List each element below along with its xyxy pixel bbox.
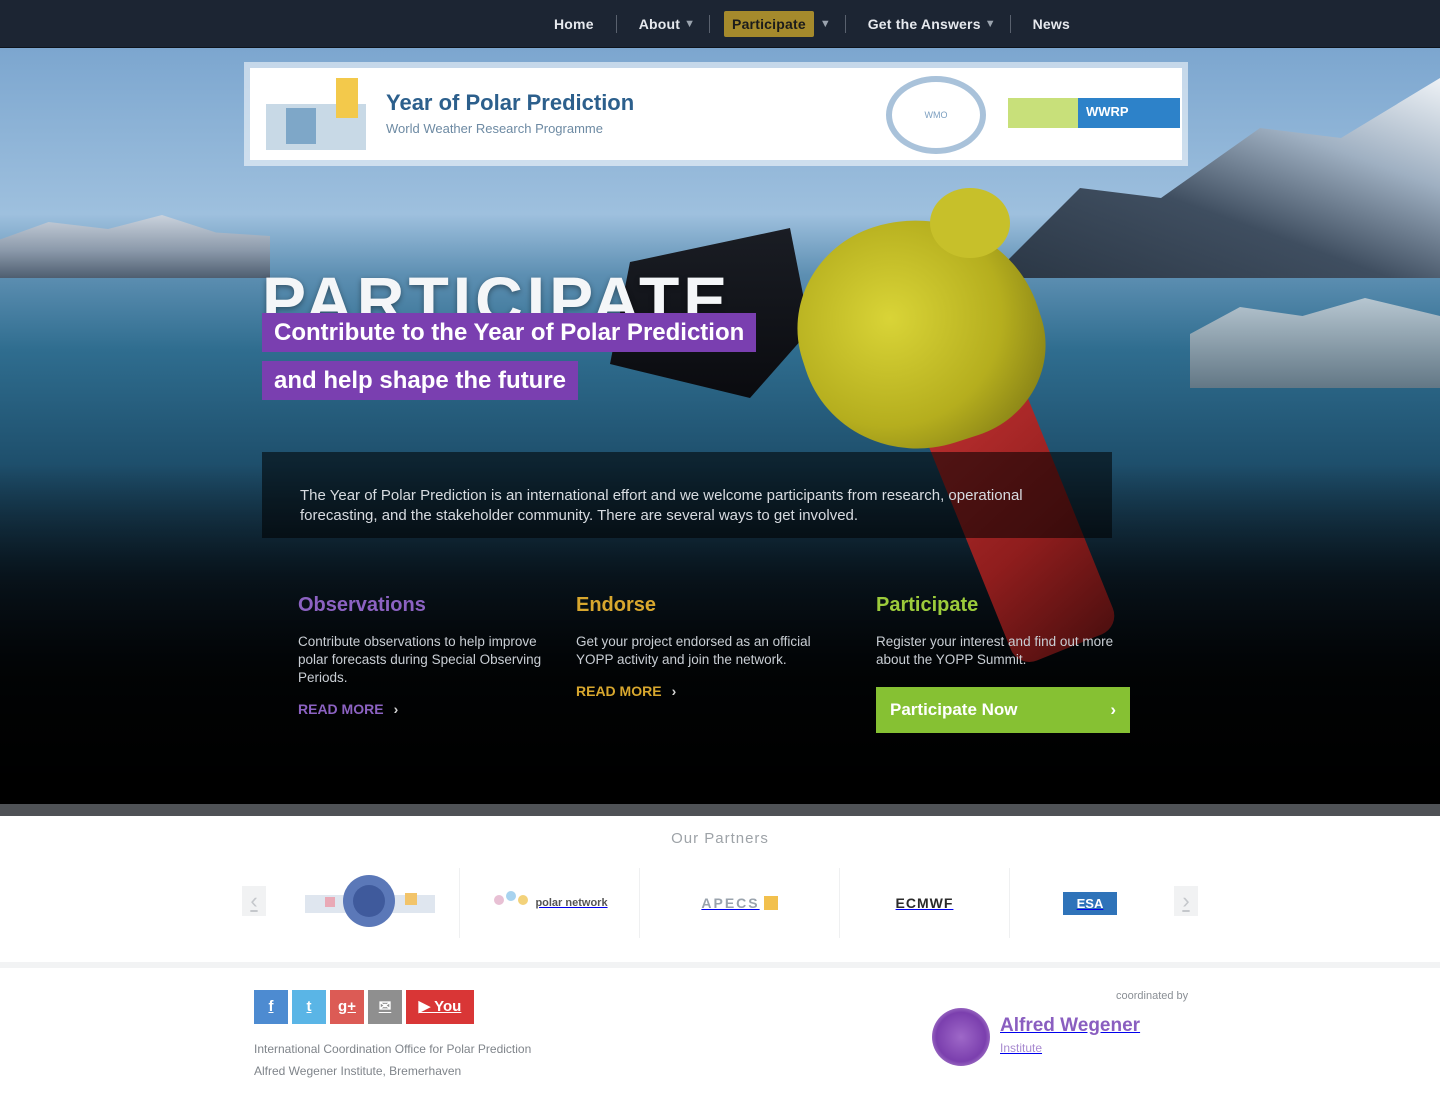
partner-logo-ecmwf[interactable]: ECMWF (840, 868, 1010, 938)
nav-separator (844, 15, 846, 33)
nav-separator (1009, 15, 1011, 33)
column-endorse: Endorse Get your project endorsed as an … (576, 594, 820, 701)
chevron-down-icon[interactable]: ▼ (684, 18, 695, 30)
googleplus-icon[interactable]: g+ (330, 990, 364, 1024)
column-heading: Participate (876, 594, 979, 616)
partner-logo-esa[interactable]: ESA (1010, 868, 1170, 938)
partner-logo[interactable]: WWRP (1008, 98, 1180, 128)
apecs-mark-icon (763, 896, 778, 910)
youtube-icon[interactable]: ▶ You (406, 990, 474, 1024)
coordinated-by-label: coordinated by (1116, 990, 1189, 1002)
carousel-prev-icon[interactable]: ‹ (242, 886, 266, 916)
partner-logo-polar-network[interactable]: polar network (460, 868, 640, 938)
chevron-down-icon[interactable]: ▼ (985, 18, 996, 30)
nav-separator (709, 15, 711, 33)
partners-section: Our Partners ‹ polar network APECS ECMWF… (0, 816, 1440, 962)
partners-title: Our Partners (671, 830, 769, 847)
nav-news[interactable]: News (1025, 11, 1078, 37)
read-more-link[interactable]: READ MORE › (298, 701, 398, 717)
hero-section: Year of Polar Prediction World Weather R… (0, 48, 1440, 804)
arrow-right-icon: › (671, 683, 677, 699)
partners-carousel: ‹ polar network APECS ECMWF ESA › (240, 868, 1200, 938)
wmo-logo-icon (304, 875, 435, 927)
column-text: Register your interest and find out more… (876, 634, 1114, 667)
facebook-icon[interactable]: f (254, 990, 288, 1024)
background-mountain (0, 215, 270, 278)
column-participate: Participate Register your interest and f… (876, 594, 1138, 733)
chevron-down-icon[interactable]: ▼ (820, 18, 831, 30)
partner-logo-apecs[interactable]: APECS (640, 868, 840, 938)
polar-network-icon (494, 891, 529, 905)
social-links: f t g+ ✉ ▶ You (254, 990, 474, 1024)
participate-now-button[interactable]: Participate Now › (876, 687, 1130, 733)
footer-text: International Coordination Office for Po… (254, 1042, 532, 1078)
section-divider (0, 804, 1440, 816)
nav-about[interactable]: About (631, 11, 688, 37)
coordinator-logo[interactable]: Alfred Wegener Institute (932, 1008, 1140, 1066)
column-observations: Observations Contribute observations to … (298, 594, 542, 719)
column-text: Get your project endorsed as an official… (576, 634, 811, 667)
background-ice (1190, 298, 1440, 388)
column-heading: Endorse (576, 594, 657, 616)
wmo-emblem-icon[interactable]: WMO (886, 76, 986, 154)
nav-get-the-answers[interactable]: Get the Answers (860, 11, 989, 37)
twitter-icon[interactable]: t (292, 990, 326, 1024)
site-footer: f t g+ ✉ ▶ You International Coordinatio… (0, 962, 1440, 1096)
carousel-next-icon[interactable]: › (1174, 886, 1198, 916)
coordinator-emblem-icon (932, 1008, 990, 1066)
site-logo[interactable] (266, 78, 370, 154)
column-text: Contribute observations to help improve … (298, 634, 542, 685)
top-navigation: Home About ▼ Participate ▼ Get the Answers… (0, 0, 1440, 48)
read-more-link[interactable]: READ MORE › (576, 683, 676, 699)
arrow-right-icon: › (1110, 700, 1116, 719)
header-logo-band: Year of Polar Prediction World Weather R… (244, 62, 1188, 166)
nav-participate[interactable]: Participate (724, 11, 814, 37)
hero-subtitle: Contribute to the Year of Polar Predicti… (262, 310, 757, 406)
nav-separator (615, 15, 617, 33)
participation-columns: Observations Contribute observations to … (298, 594, 1148, 744)
column-heading: Observations (298, 594, 426, 616)
nav-menu: Home About ▼ Participate ▼ Get the Answers… (546, 10, 1078, 38)
intro-text: The Year of Polar Prediction is an inter… (262, 452, 1112, 538)
arrow-right-icon: › (393, 701, 399, 717)
nav-home[interactable]: Home (546, 11, 602, 37)
partner-logo-wmo[interactable] (280, 868, 460, 938)
email-icon[interactable]: ✉ (368, 990, 402, 1024)
